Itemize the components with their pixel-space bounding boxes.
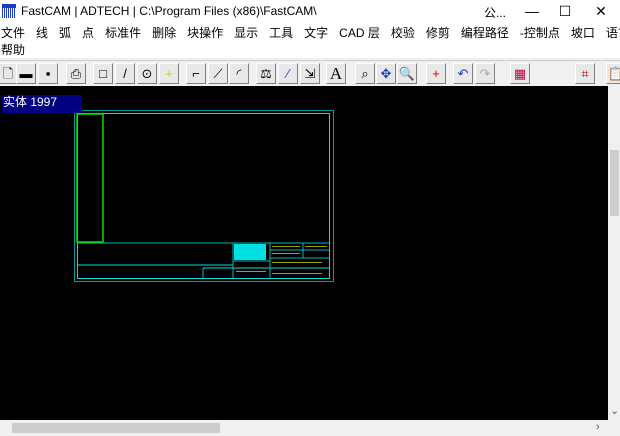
export-button[interactable]: ⇲ (300, 63, 320, 84)
drawing-frame (74, 110, 334, 282)
point-icon: + (165, 66, 173, 81)
vertical-scrollbar[interactable]: ⌄ (608, 86, 620, 420)
add-point-button[interactable]: + (426, 63, 446, 84)
open-folder-icon: ▬ (19, 66, 33, 81)
save-icon: ▪ (45, 66, 51, 81)
redo-button[interactable]: ↷ (475, 63, 495, 84)
fillet-icon: ◜ (236, 66, 242, 81)
menu-item[interactable]: 校验 (390, 24, 421, 41)
zoom-window-button[interactable]: ⌕ (355, 63, 375, 84)
outer-border (74, 110, 334, 282)
undo-icon: ↶ (457, 66, 469, 81)
text-icon: A (329, 64, 343, 83)
menu-item[interactable]: 工具 (268, 24, 299, 41)
path-icon: ⌗ (581, 66, 589, 81)
menu-item[interactable]: 点 (81, 24, 100, 41)
measure-icon: ⚖ (260, 66, 272, 81)
point-button[interactable]: + (159, 63, 179, 84)
zoom-icon: 🔍 (398, 66, 416, 81)
vertical-scroll-thumb[interactable] (610, 150, 619, 216)
text-button[interactable]: A (326, 63, 346, 84)
window-title: FastCAM | ADTECH | C:\Program Files (x86… (21, 4, 317, 18)
circle-button[interactable]: ⊙ (137, 63, 157, 84)
clipboard-button[interactable]: 📋 (606, 63, 620, 84)
app-icon (2, 4, 16, 18)
menu-item[interactable]: 显示 (233, 24, 264, 41)
menu-bar: 文件线弧点标准件删除块操作显示工具文字CAD 层校验修剪编程路径-控制点坡口语言… (0, 22, 620, 58)
zoom-button[interactable]: 🔍 (397, 63, 417, 84)
clipboard-icon: 📋 (607, 66, 620, 81)
corner-icon: ⌐ (192, 66, 200, 81)
menu-item[interactable]: 文字 (303, 24, 334, 41)
new-file-icon: 🗋 (2, 66, 14, 81)
chamfer-icon: ⟋ (213, 66, 223, 81)
fillet-button[interactable]: ◜ (229, 63, 249, 84)
chamfer-button[interactable]: ⟋ (208, 63, 228, 84)
path-button[interactable]: ⌗ (575, 63, 595, 84)
menu-item[interactable]: 块操作 (186, 24, 229, 41)
zoom-extents-button[interactable]: ✥ (376, 63, 396, 84)
add-point-icon: + (432, 66, 440, 81)
menu-item[interactable]: 线 (35, 24, 54, 41)
drawing-canvas[interactable]: 实体 1997 (0, 86, 608, 420)
menu-item[interactable]: 坡口 (570, 24, 601, 41)
print-button[interactable]: ⎙ (66, 63, 86, 84)
title-bar: FastCAM | ADTECH | C:\Program Files (x86… (0, 0, 620, 22)
line-button[interactable]: / (115, 63, 135, 84)
menu-item[interactable]: 帮助 (0, 41, 31, 58)
circle-icon: ⊙ (141, 66, 153, 81)
close-button[interactable]: ✕ (584, 0, 618, 22)
corner-button[interactable]: ⌐ (186, 63, 206, 84)
export-icon: ⇲ (304, 66, 316, 81)
horizontal-scrollbar[interactable]: › (0, 420, 608, 436)
print-icon: ⎙ (70, 66, 82, 81)
title-extra[interactable]: 公... (484, 4, 506, 21)
nesting-button[interactable]: ▦ (510, 63, 530, 84)
redo-icon: ↷ (479, 66, 491, 81)
menu-item[interactable]: -控制点 (519, 24, 566, 41)
menu-item[interactable]: 修剪 (425, 24, 456, 41)
menu-item[interactable]: CAD 层 (338, 24, 386, 41)
measure-button[interactable]: ⚖ (256, 63, 276, 84)
zoom-window-icon: ⌕ (361, 66, 369, 81)
rectangle-icon: □ (99, 66, 107, 81)
menu-item[interactable]: 标准件 (104, 24, 147, 41)
menu-item[interactable]: 编程路径 (460, 24, 515, 41)
nesting-icon: ▦ (513, 66, 527, 81)
logo-block (234, 244, 266, 260)
menu-item[interactable]: 文件 (0, 24, 31, 41)
zoom-extents-icon: ✥ (380, 66, 392, 81)
minimize-button[interactable]: — (515, 0, 549, 22)
toolbar: 🗋 ▬ ▪ ⎙ □ / ⊙ + ⌐ ⟋ ◜ ⚖ ⁄ ⇲ A ⌕ ✥ 🔍 + ↶ ↷ ▦ ⌗ 📋 (0, 60, 620, 85)
save-button[interactable]: ▪ (38, 63, 58, 84)
maximize-button[interactable]: ☐ (548, 0, 582, 22)
line-icon: / (123, 66, 127, 81)
menu-item[interactable]: 删除 (151, 24, 182, 41)
scroll-right-icon[interactable]: › (596, 421, 600, 433)
horizontal-scroll-thumb[interactable] (12, 423, 220, 433)
trim-button[interactable]: ⁄ (278, 63, 298, 84)
rectangle-button[interactable]: □ (93, 63, 113, 84)
menu-item[interactable]: 弧 (58, 24, 77, 41)
open-folder-button[interactable]: ▬ (16, 63, 36, 84)
menu-item[interactable]: 语言 (605, 24, 620, 41)
scroll-down-icon[interactable]: ⌄ (610, 404, 619, 417)
trim-icon: ⁄ (286, 66, 290, 81)
green-rectangle (76, 113, 104, 243)
undo-button[interactable]: ↶ (453, 63, 473, 84)
entity-count-status: 实体 1997 (2, 95, 82, 113)
